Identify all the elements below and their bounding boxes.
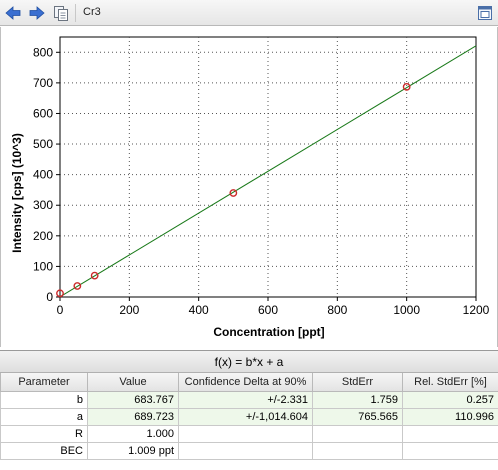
calibration-chart-panel: 0 200 400 600 800 1000 1200 0 100 200 300 400 500 600…	[0, 27, 498, 347]
x-tick-label: 400	[189, 303, 209, 317]
cell-stderr: 1.759	[312, 390, 403, 409]
cell-rel-stderr	[402, 424, 498, 443]
cell-parameter: a	[0, 407, 88, 426]
cell-value: 1.009 ppt	[87, 441, 179, 460]
toolbar-separator	[75, 4, 76, 22]
cell-parameter: BEC	[0, 441, 88, 460]
fit-results-table: Parameter Value Confidence Delta at 90% …	[0, 373, 498, 460]
y-axis-label: Intensity [cps] (10^3)	[10, 133, 24, 253]
x-tick-label: 800	[327, 303, 347, 317]
cell-confidence	[178, 424, 313, 443]
y-tick-label: 800	[33, 45, 53, 59]
y-tick-label: 400	[33, 168, 53, 182]
y-tick-label: 0	[46, 290, 53, 304]
x-axis-label: Concentration [ppt]	[213, 325, 324, 339]
table-row-bec[interactable]: BEC 1.009 ppt	[0, 441, 498, 460]
x-tick-label: 600	[258, 303, 278, 317]
back-arrow-icon[interactable]	[4, 4, 22, 22]
fit-equation-title: f(x) = b*x + a	[0, 351, 498, 373]
y-tick-label: 700	[33, 76, 53, 90]
y-tick-label: 200	[33, 229, 53, 243]
x-tick-label: 200	[119, 303, 139, 317]
cell-value: 689.723	[87, 407, 179, 426]
y-tick-label: 100	[33, 259, 53, 273]
cell-rel-stderr: 0.257	[402, 390, 498, 409]
window-title: Cr3	[83, 6, 101, 18]
calibration-chart: 0 200 400 600 800 1000 1200 0 100 200 300 400 500 600…	[10, 36, 490, 339]
restore-window-icon[interactable]	[476, 4, 494, 22]
table-row-r[interactable]: R 1.000	[0, 424, 498, 443]
cell-confidence: +/-1,014.604	[178, 407, 313, 426]
x-tick-label: 0	[57, 303, 64, 317]
column-header-stderr[interactable]: StdErr	[312, 373, 403, 392]
y-tick-label: 500	[33, 137, 53, 151]
x-tick-label: 1200	[463, 303, 490, 317]
forward-arrow-icon[interactable]	[28, 4, 46, 22]
table-row-b[interactable]: b 683.767 +/-2.331 1.759 0.257	[0, 390, 498, 409]
cell-parameter: b	[0, 390, 88, 409]
cell-stderr	[312, 424, 403, 443]
table-header-row: Parameter Value Confidence Delta at 90% …	[0, 373, 498, 392]
cell-confidence: +/-2.331	[178, 390, 313, 409]
column-header-value[interactable]: Value	[87, 373, 179, 392]
y-tick-label: 600	[33, 106, 53, 120]
y-tick-label: 300	[33, 198, 53, 212]
cell-value: 683.767	[87, 390, 179, 409]
cell-stderr	[312, 441, 403, 460]
copy-document-icon[interactable]	[52, 4, 70, 22]
cell-rel-stderr: 110.996	[402, 407, 498, 426]
toolbar: Cr3	[0, 0, 498, 26]
column-header-rel-stderr[interactable]: Rel. StdErr [%]	[402, 373, 498, 392]
x-tick-label: 1000	[393, 303, 420, 317]
cell-value: 1.000	[87, 424, 179, 443]
column-header-confidence[interactable]: Confidence Delta at 90%	[178, 373, 313, 392]
cell-confidence	[178, 441, 313, 460]
fit-results-panel: f(x) = b*x + a Parameter Value Confidenc…	[0, 350, 498, 470]
table-row-a[interactable]: a 689.723 +/-1,014.604 765.565 110.996	[0, 407, 498, 426]
cell-rel-stderr	[402, 441, 498, 460]
column-header-parameter[interactable]: Parameter	[0, 373, 88, 392]
cell-parameter: R	[0, 424, 88, 443]
cell-stderr: 765.565	[312, 407, 403, 426]
